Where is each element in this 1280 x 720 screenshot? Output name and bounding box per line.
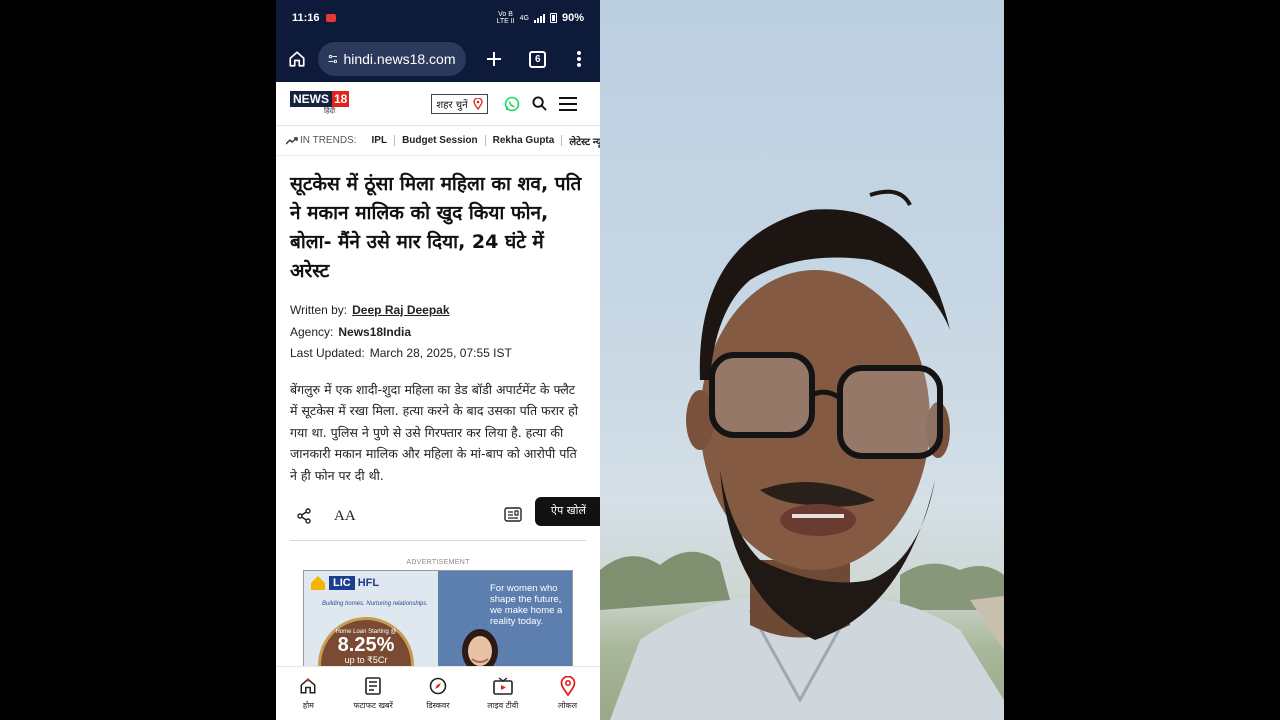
trends-label: IN TRENDS: xyxy=(286,135,357,146)
logo-18: 18 xyxy=(332,91,350,107)
location-icon xyxy=(472,97,483,110)
divider xyxy=(290,540,586,541)
trending-icon xyxy=(286,136,298,144)
home-button[interactable] xyxy=(286,48,308,70)
ad-tagline: Building homes. Nurturing relationships. xyxy=(322,601,429,607)
tab-count: 6 xyxy=(529,50,547,68)
plus-icon xyxy=(487,52,502,66)
agency-label: Agency: xyxy=(290,324,334,339)
search-icon[interactable] xyxy=(532,96,547,111)
news-list-icon xyxy=(365,677,381,695)
new-tab-button[interactable] xyxy=(484,48,506,70)
header-icons xyxy=(504,96,577,112)
article-summary: बेंगलुरु में एक शादी-शुदा महिला का डेड ब… xyxy=(290,381,578,483)
loan-rate: 8.25% xyxy=(337,634,395,656)
agency-name: News18India xyxy=(338,324,412,339)
nav-label: लाइव टीवी xyxy=(487,701,519,710)
brand-hfl: HFL xyxy=(357,577,380,589)
nav-quick-news[interactable]: फटाफट खबरें xyxy=(341,667,406,720)
nav-label: फटाफट खबरें xyxy=(353,701,393,710)
loan-upto: up to ₹5Cr xyxy=(344,655,388,665)
article: सूटकेस में ठूंसा मिला महिला का शव, पति न… xyxy=(276,156,600,486)
nav-label: डिस्कवर xyxy=(426,701,450,710)
home-icon xyxy=(289,51,305,67)
tab-switcher-button[interactable]: 6 xyxy=(527,48,549,70)
logo-hindi: हिंदी xyxy=(324,107,336,115)
tv-icon xyxy=(492,677,513,695)
signal-icon xyxy=(533,13,545,23)
status-indicators: Vo B LTE II 4G 90% xyxy=(496,11,584,25)
bottom-navigation: होम फटाफट खबरें डिस्कवर लाइव टीवी लोकल xyxy=(276,666,600,720)
recording-icon xyxy=(325,14,336,22)
webcam-feed xyxy=(600,0,1004,720)
rate-badge: Home Loan Starting @ 8.25% up to ₹5Cr xyxy=(318,617,414,669)
status-time: 11:16 xyxy=(292,12,320,24)
trend-item[interactable]: लेटेस्ट न्यूज़ xyxy=(562,134,600,148)
article-meta: Written by: Deep Raj Deepak Agency: News18… xyxy=(290,300,586,365)
url-text: hindi.news18.com xyxy=(343,51,456,67)
compass-icon xyxy=(429,677,447,695)
nav-local[interactable]: लोकल xyxy=(535,667,600,720)
logo-news: NEWS xyxy=(290,91,332,107)
browser-menu-button[interactable] xyxy=(569,48,591,70)
article-actions: AA ऐप खोलें xyxy=(276,494,600,538)
home-icon xyxy=(300,678,316,694)
updated-date: March 28, 2025, 07:55 IST xyxy=(369,346,512,360)
nav-discover[interactable]: डिस्कवर xyxy=(406,667,471,720)
share-icon[interactable] xyxy=(296,508,312,524)
font-size-button[interactable]: AA xyxy=(334,508,356,525)
browser-toolbar: hindi.news18.com 6 xyxy=(276,36,600,82)
status-bar: 11:16 Vo B LTE II 4G 90% xyxy=(276,0,600,36)
site-settings-icon xyxy=(328,54,337,64)
trend-item[interactable]: Rekha Gupta xyxy=(486,135,563,146)
article-headline: सूटकेस में ठूंसा मिला महिला का शव, पति न… xyxy=(290,173,582,282)
author-link[interactable]: Deep Raj Deepak xyxy=(352,303,449,317)
news18-logo[interactable]: NEWS 18 हिंदी xyxy=(290,91,350,116)
nav-label: लोकल xyxy=(558,701,578,710)
city-selector[interactable]: शहर चुनें xyxy=(431,93,488,114)
trend-item[interactable]: Budget Session xyxy=(395,135,486,146)
ad-woman-image xyxy=(462,629,498,669)
house-logo-icon xyxy=(311,576,325,590)
brand-lic: LIC xyxy=(329,576,355,590)
written-by-label: Written by: xyxy=(290,303,348,317)
nav-home[interactable]: होम xyxy=(276,667,341,720)
updated-label: Last Updated: xyxy=(290,346,365,360)
trends-bar: IN TRENDS: IPL Budget Session Rekha Gupt… xyxy=(276,126,600,156)
lic-hfl-logo: LIC HFL xyxy=(310,575,379,591)
whatsapp-icon[interactable] xyxy=(504,96,520,112)
video-frame: 11:16 Vo B LTE II 4G 90% hindi.news18.com xyxy=(0,0,1280,720)
city-selector-label: शहर चुनें xyxy=(436,99,468,111)
open-app-button[interactable]: ऐप खोलें xyxy=(534,497,600,526)
presenter-image xyxy=(600,189,1004,720)
nav-label: होम xyxy=(302,701,314,710)
phone-screenshot: 11:16 Vo B LTE II 4G 90% hindi.news18.com xyxy=(276,0,600,720)
more-vertical-icon xyxy=(577,51,582,67)
ad-label: ADVERTISEMENT xyxy=(406,559,470,566)
lic-hfl-advertisement[interactable]: LIC HFL Building homes. Nurturing relati… xyxy=(303,570,573,670)
battery-icon xyxy=(549,13,557,23)
location-pin-icon xyxy=(560,676,575,696)
hamburger-menu-icon[interactable] xyxy=(558,96,577,111)
google-news-icon[interactable] xyxy=(504,505,522,523)
battery-level: 90% xyxy=(561,12,584,24)
site-header: NEWS 18 हिंदी शहर चुनें xyxy=(276,82,600,126)
address-bar[interactable]: hindi.news18.com xyxy=(317,42,466,76)
network-label: Vo B LTE II xyxy=(496,11,515,25)
nav-live-tv[interactable]: लाइव टीवी xyxy=(470,667,535,720)
signal-type: 4G xyxy=(519,14,529,22)
trend-item[interactable]: IPL xyxy=(365,135,396,146)
